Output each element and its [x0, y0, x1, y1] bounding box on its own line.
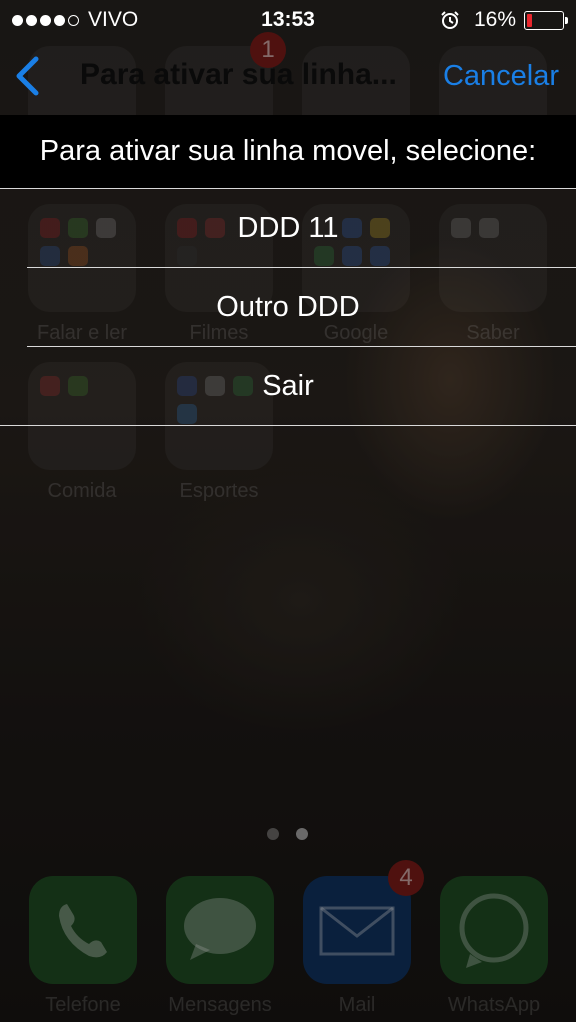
navigation-bar: Para ativar sua linha... Cancelar	[0, 40, 576, 114]
back-chevron-icon[interactable]	[14, 56, 40, 96]
alarm-clock-icon	[441, 11, 459, 29]
option-sair[interactable]: Sair	[0, 347, 576, 425]
battery-level	[527, 13, 532, 27]
status-right: 16%	[440, 8, 568, 32]
menu-header-text: Para ativar sua linha movel, selecione:	[39, 135, 537, 167]
option-ddd-11[interactable]: DDD 11	[0, 189, 576, 267]
status-bar: VIVO 13:53 16%	[0, 0, 576, 38]
menu-header: Para ativar sua linha movel, selecione:	[0, 115, 576, 188]
option-outro-ddd[interactable]: Outro DDD	[0, 268, 576, 346]
cancel-button[interactable]: Cancelar	[443, 60, 559, 93]
battery-percent: 16%	[473, 8, 516, 31]
nav-title: Para ativar sua linha...	[80, 58, 397, 91]
separator	[0, 425, 576, 426]
battery-icon	[524, 10, 568, 30]
